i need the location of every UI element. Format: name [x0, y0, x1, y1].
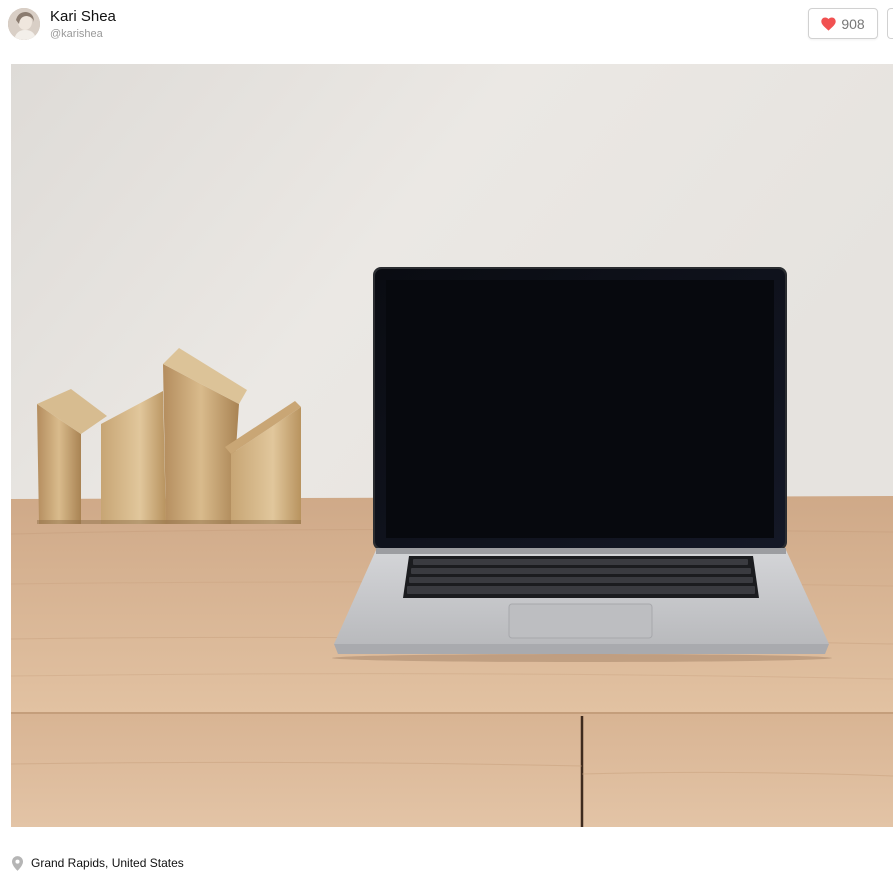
laptop	[332, 267, 832, 662]
photo-laptop-on-desk	[11, 64, 893, 827]
user-handle[interactable]: @karishea	[50, 27, 103, 41]
user-avatar[interactable]	[8, 8, 40, 40]
location-text: Grand Rapids, United States	[31, 856, 184, 870]
main-photo[interactable]	[11, 64, 893, 827]
like-button[interactable]: 908	[808, 8, 878, 39]
photo-location[interactable]: Grand Rapids, United States	[12, 855, 184, 871]
add-to-collection-button[interactable]	[887, 8, 893, 39]
photo-header: Kari Shea @karishea 908	[0, 0, 893, 60]
avatar-portrait-icon	[8, 8, 40, 40]
like-count: 908	[841, 15, 865, 32]
photo-detail-page: Kari Shea @karishea 908 Grand Rapids, Un…	[0, 0, 893, 888]
heart-icon	[821, 17, 836, 31]
map-pin-icon	[12, 855, 23, 871]
user-name[interactable]: Kari Shea	[50, 8, 116, 26]
